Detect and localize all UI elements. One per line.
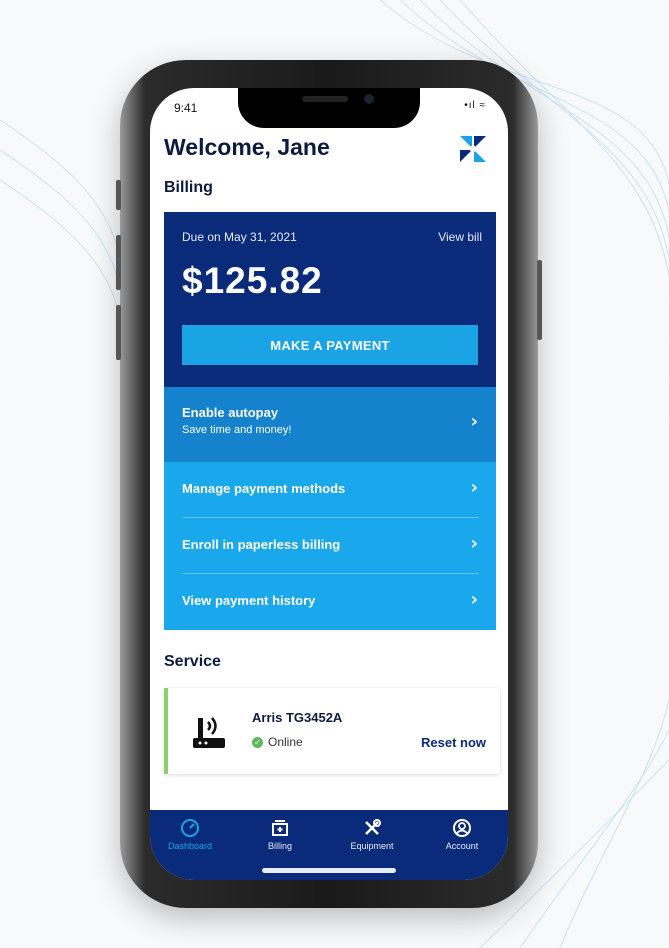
tab-label: Dashboard [167,841,213,851]
bill-card: Due on May 31, 2021 View bill $125.82 MA… [164,212,496,387]
device-status: Online [268,735,303,749]
side-button [116,180,121,210]
camera [364,94,374,104]
option-label: View payment history [182,593,316,608]
chevron-right-icon: › [470,533,478,554]
due-date: Due on May 31, 2021 [182,230,297,244]
tab-label: Account [445,841,479,851]
side-button [116,235,121,290]
tools-icon [365,819,381,835]
paperless-billing-row[interactable]: Enroll in paperless billing › [164,518,496,574]
device-name: Arris TG3452A [252,710,343,725]
status-time: 9:41 [174,101,198,115]
phone-screen: 9:41 •ıl ≈ Welcome, Jane Billing Due on … [150,88,508,880]
tab-equipment[interactable]: Equipment [332,818,412,858]
enable-autopay-row[interactable]: Enable autopay Save time and money! › [164,387,496,462]
amount-due: $125.82 [182,260,323,301]
home-indicator[interactable] [262,868,396,873]
speaker [302,96,348,102]
tab-label: Equipment [350,841,394,851]
brand-logo-icon [460,136,486,162]
side-button [116,305,121,360]
reset-now-link[interactable]: Reset now [421,735,486,750]
service-card: Arris TG3452A ✓ Online Reset now [164,688,500,774]
billing-section-title: Billing [164,179,213,196]
bill-icon [272,820,288,836]
notch [238,88,420,128]
make-payment-button[interactable]: MAKE A PAYMENT [182,325,478,365]
option-label: Manage payment methods [182,481,346,496]
tab-account[interactable]: Account [422,818,502,858]
user-icon [453,819,471,837]
tab-billing[interactable]: Billing [240,818,320,858]
manage-payment-methods-row[interactable]: Manage payment methods › [164,462,496,518]
gauge-icon [181,819,199,837]
welcome-title: Welcome, Jane [164,134,330,160]
router-icon [193,717,225,748]
chevron-right-icon: › [470,589,478,610]
signal-wifi-icon: •ıl ≈ [464,100,486,111]
side-button [537,260,542,340]
chevron-right-icon: › [470,411,478,432]
stage: 9:41 •ıl ≈ Welcome, Jane Billing Due on … [0,0,669,948]
view-bill-link[interactable]: View bill [438,230,482,244]
service-section-title: Service [164,653,221,670]
autopay-title: Enable autopay [182,405,279,420]
autopay-subtitle: Save time and money! [182,424,292,436]
tab-label: Billing [267,841,292,851]
online-check-icon: ✓ [252,737,263,748]
payment-history-row[interactable]: View payment history › [164,574,496,630]
tab-dashboard[interactable]: Dashboard [150,818,230,858]
option-label: Enroll in paperless billing [182,537,341,552]
billing-options: Manage payment methods › Enroll in paper… [164,462,496,630]
phone-frame: 9:41 •ıl ≈ Welcome, Jane Billing Due on … [116,60,542,908]
chevron-right-icon: › [470,477,478,498]
